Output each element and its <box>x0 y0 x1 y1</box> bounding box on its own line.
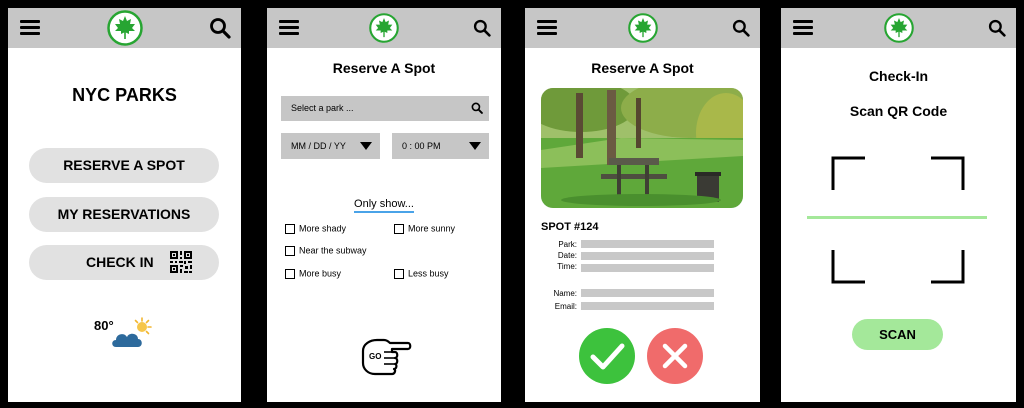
field-value <box>581 264 714 272</box>
spot-number: SPOT #124 <box>541 221 599 233</box>
search-icon[interactable] <box>988 19 1006 37</box>
nyc-parks-logo-icon <box>627 13 658 43</box>
filter-label: More shady <box>299 223 347 234</box>
reserve-spot-button[interactable]: RESERVE A SPOT <box>29 148 219 183</box>
hamburger-menu-icon[interactable] <box>793 20 813 35</box>
partly-cloudy-icon <box>112 317 152 347</box>
check-in-button[interactable]: CHECK IN <box>29 245 219 280</box>
reserve-screen: Reserve A Spot Select a park ... MM / DD… <box>267 8 501 402</box>
page-title: Reserve A Spot <box>591 60 694 76</box>
only-show-label: Only show... <box>354 198 414 213</box>
time-select[interactable]: 0 : 00 PM <box>392 133 489 159</box>
filter-label: Less busy <box>408 268 449 279</box>
nyc-parks-logo-icon <box>883 13 914 43</box>
park-search-placeholder: Select a park ... <box>291 103 354 113</box>
cancel-x-button[interactable] <box>647 328 703 384</box>
check-in-screen: Check-In Scan QR Code SCAN <box>781 8 1016 402</box>
field-value <box>581 240 714 248</box>
search-icon[interactable] <box>732 19 750 37</box>
filter-checkbox[interactable]: More busy <box>285 267 341 280</box>
confirm-check-button[interactable] <box>579 328 635 384</box>
time-select-value: 0 : 00 PM <box>402 141 441 151</box>
top-bar <box>781 8 1016 48</box>
date-select-value: MM / DD / YY <box>291 141 346 151</box>
nyc-parks-logo-icon <box>106 10 143 46</box>
filter-label: More busy <box>299 268 342 279</box>
page-title: Check-In <box>868 68 929 84</box>
go-label: GO <box>369 352 382 361</box>
pointing-hand-icon <box>361 338 412 376</box>
caret-down-icon <box>360 142 372 150</box>
my-reservations-button[interactable]: MY RESERVATIONS <box>29 197 219 232</box>
filter-checkbox[interactable]: Less busy <box>394 267 449 280</box>
filter-checkbox[interactable]: More shady <box>285 222 346 235</box>
top-bar <box>8 8 241 48</box>
check-in-label: CHECK IN <box>86 254 154 270</box>
scan-line <box>807 216 987 219</box>
top-bar <box>525 8 760 48</box>
field-label: Email: <box>554 302 577 311</box>
search-icon[interactable] <box>209 17 231 39</box>
weather-widget: 80° <box>94 314 164 354</box>
confirm-circle <box>579 328 635 384</box>
search-icon[interactable] <box>473 19 491 37</box>
park-spot-photo <box>541 88 743 208</box>
spot-details-screen: Reserve A Spot SPOT #124 Park: Date: Tim… <box>525 8 760 402</box>
hamburger-menu-icon[interactable] <box>537 20 557 35</box>
park-search-input[interactable]: Select a park ... <box>281 96 489 121</box>
filter-label: More sunny <box>408 223 456 234</box>
nyc-parks-logo-icon <box>369 13 399 43</box>
field-value <box>581 289 714 297</box>
caret-down-icon <box>469 142 481 150</box>
filter-checkbox[interactable]: Near the subway <box>285 244 367 257</box>
page-title: Reserve A Spot <box>332 60 436 76</box>
scan-qr-subtitle: Scan QR Code <box>849 103 948 119</box>
hamburger-menu-icon[interactable] <box>20 20 40 35</box>
date-select[interactable]: MM / DD / YY <box>281 133 380 159</box>
hamburger-menu-icon[interactable] <box>279 20 299 35</box>
field-label: Park: <box>558 240 577 249</box>
field-label: Time: <box>557 262 577 271</box>
field-value <box>581 252 714 260</box>
top-bar <box>267 8 501 48</box>
field-value <box>581 302 714 310</box>
page-title: NYC PARKS <box>72 85 177 105</box>
field-label: Date: <box>557 251 577 260</box>
go-button[interactable]: GO <box>360 337 412 377</box>
scan-button[interactable]: SCAN <box>852 319 943 350</box>
search-icon <box>471 102 483 114</box>
home-screen: NYC PARKS RESERVE A SPOT MY RESERVATIONS… <box>8 8 241 402</box>
only-show-link[interactable]: Only show... <box>267 194 501 213</box>
qr-code-icon <box>170 251 192 273</box>
field-label: Name: <box>553 289 577 298</box>
filter-label: Near the subway <box>299 245 367 256</box>
filter-checkbox[interactable]: More sunny <box>394 222 455 235</box>
qr-scanner-frame <box>807 156 987 284</box>
